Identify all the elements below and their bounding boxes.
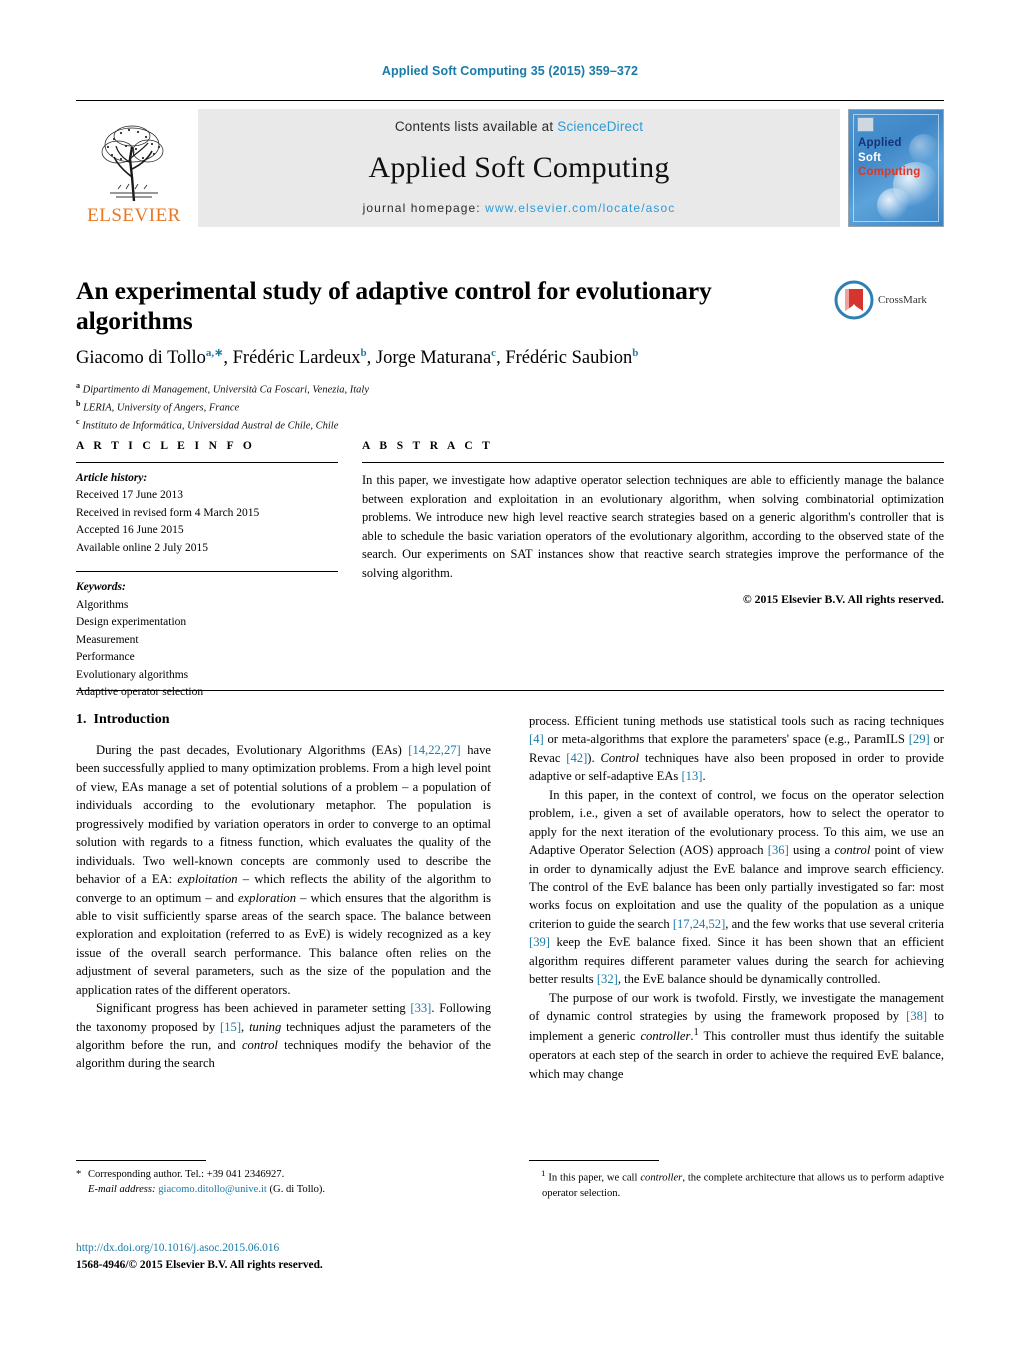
elsevier-tree-icon	[88, 119, 180, 205]
footnote-divider	[76, 1160, 206, 1161]
elsevier-logo: ELSEVIER	[76, 109, 192, 227]
paragraph: Significant progress has been achieved i…	[76, 1001, 492, 1071]
keyword-item: Adaptive operator selection	[76, 686, 204, 699]
affiliation-marker: b	[76, 398, 81, 408]
article-page: Applied Soft Computing 35 (2015) 359–372	[0, 0, 1020, 1351]
keyword-item: Performance	[76, 651, 135, 664]
section-number: 1.	[76, 712, 87, 727]
email-suffix: (G. di Tollo).	[269, 1184, 326, 1196]
affiliation-item: a Dipartimento di Management, Università…	[76, 380, 944, 398]
contents-prefix: Contents lists available at	[394, 119, 558, 134]
email-label: E-mail address:	[88, 1184, 156, 1196]
affiliation-text: Instituto de Informática, Universidad Au…	[82, 420, 339, 432]
history-item: Available online 2 July 2015	[76, 541, 209, 554]
page-title: An experimental study of adaptive contro…	[76, 276, 712, 336]
cover-chip-icon	[857, 117, 874, 132]
journal-masthead: ELSEVIER Contents lists available at Sci…	[76, 100, 944, 227]
homepage-prefix: journal homepage:	[362, 201, 486, 215]
affiliation-marker: a	[76, 380, 80, 390]
footnotes: * Corresponding author. Tel.: +39 041 23…	[76, 1160, 944, 1201]
footer-doi-block: http://dx.doi.org/10.1016/j.asoc.2015.06…	[76, 1240, 506, 1273]
sciencedirect-link[interactable]: ScienceDirect	[557, 119, 643, 134]
author-list: Giacomo di Tolloa,∗, Frédéric Lardeuxb, …	[76, 347, 639, 369]
paragraph: process. Efficient tuning methods use st…	[529, 714, 945, 784]
running-head: Applied Soft Computing 35 (2015) 359–372	[381, 64, 639, 78]
info-abstract-section: A R T I C L E I N F O Article history: R…	[76, 440, 944, 702]
crossmark-badge[interactable]: CrossMark	[834, 278, 944, 322]
affiliation-text: LERIA, University of Angers, France	[83, 402, 240, 414]
title-block: An experimental study of adaptive contro…	[76, 276, 944, 434]
keyword-item: Algorithms	[76, 598, 129, 611]
footnote-column-left: * Corresponding author. Tel.: +39 041 23…	[76, 1160, 491, 1201]
body-column-right: process. Efficient tuning methods use st…	[529, 712, 944, 1083]
crossmark-icon	[834, 280, 874, 320]
affiliation-marker: c	[76, 417, 80, 426]
affiliation-text: Dipartimento di Management, Università C…	[82, 384, 370, 395]
article-info-column: A R T I C L E I N F O Article history: R…	[76, 440, 338, 702]
cover-title: Applied Soft Computing	[858, 136, 920, 180]
keyword-item: Evolutionary algorithms	[76, 668, 189, 681]
section-title: Introduction	[93, 712, 170, 727]
journal-title: Applied Soft Computing	[368, 150, 670, 184]
body-column-left: 1. Introduction During the past decades, …	[76, 712, 491, 1083]
elsevier-wordmark: ELSEVIER	[87, 205, 181, 226]
copyright-line: © 2015 Elsevier B.V. All rights reserved…	[742, 591, 944, 606]
journal-homepage-link[interactable]: www.elsevier.com/locate/asoc	[485, 201, 675, 215]
affiliation-list: a Dipartimento di Management, Università…	[76, 380, 944, 435]
doi-link[interactable]: http://dx.doi.org/10.1016/j.asoc.2015.06…	[76, 1240, 506, 1257]
contents-available-line: Contents lists available at ScienceDirec…	[395, 119, 643, 134]
divider	[76, 690, 944, 691]
history-item: Received in revised form 4 March 2015	[76, 506, 260, 519]
section-heading-introduction: 1. Introduction	[76, 712, 491, 728]
history-item: Accepted 16 June 2015	[76, 524, 184, 537]
affiliation-item: b LERIA, University of Angers, France	[76, 398, 944, 416]
cover-line-3: Computing	[858, 166, 921, 179]
affiliation-item: c Instituto de Informática, Universidad …	[76, 416, 944, 434]
article-history-label: Article history:	[76, 472, 148, 484]
keywords-block: Keywords: Algorithms Design experimentat…	[76, 572, 338, 701]
body-columns: 1. Introduction During the past decades, …	[76, 712, 944, 1083]
abstract-column: A B S T R A C T In this paper, we invest…	[362, 440, 944, 702]
email-note: E-mail address: giacomo.ditollo@unive.it…	[76, 1182, 491, 1197]
footnote-column-right: 1 In this paper, we call controller, the…	[529, 1160, 944, 1201]
email-link[interactable]: giacomo.ditollo@unive.it	[158, 1184, 267, 1195]
abstract-heading: A B S T R A C T	[362, 440, 494, 452]
paragraph: In this paper, in the context of control…	[529, 787, 944, 987]
history-item: Received 17 June 2013	[76, 489, 183, 502]
article-info-heading: A R T I C L E I N F O	[76, 440, 256, 452]
corresponding-author-note: * Corresponding author. Tel.: +39 041 23…	[76, 1169, 285, 1180]
journal-cover-thumbnail: Applied Soft Computing	[848, 109, 944, 227]
keyword-item: Design experimentation	[76, 616, 187, 629]
issn-copyright-line: 1568-4946/© 2015 Elsevier B.V. All right…	[76, 1258, 323, 1271]
keywords-label: Keywords:	[76, 581, 126, 594]
footnote-1: 1 In this paper, we call controller, the…	[541, 1168, 944, 1199]
cover-line-2: Soft	[858, 151, 882, 164]
crossmark-label: CrossMark	[878, 294, 927, 306]
paragraph: The purpose of our work is twofold. Firs…	[529, 990, 945, 1081]
footnote-divider	[529, 1160, 659, 1161]
abstract-text: In this paper, we investigate how adapti…	[362, 473, 944, 581]
paragraph: During the past decades, Evolutionary Al…	[76, 743, 491, 997]
keyword-item: Measurement	[76, 633, 139, 646]
cover-line-1: Applied	[858, 137, 902, 149]
journal-band: Contents lists available at ScienceDirec…	[198, 109, 840, 227]
article-history: Article history: Received 17 June 2013 R…	[76, 463, 338, 557]
journal-homepage-line: journal homepage: www.elsevier.com/locat…	[363, 201, 676, 215]
